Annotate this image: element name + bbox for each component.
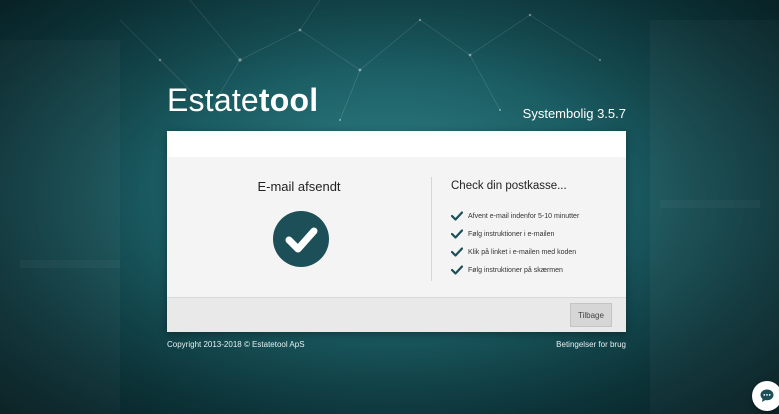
- checkmark-icon: [451, 211, 463, 221]
- back-button[interactable]: Tilbage: [570, 303, 612, 327]
- chat-bubble-icon: [760, 389, 774, 402]
- column-divider: [431, 177, 432, 281]
- terms-link[interactable]: Betingelser for brug: [556, 340, 626, 349]
- instruction-list: Afvent e-mail indenfor 5-10 minutter Føl…: [451, 207, 579, 279]
- check-circle-icon: [273, 211, 329, 267]
- checkmark-icon: [451, 229, 463, 239]
- list-item: Afvent e-mail indenfor 5-10 minutter: [451, 207, 579, 225]
- email-sent-panel: E-mail afsendt: [167, 157, 431, 297]
- confirmation-card: E-mail afsendt Check din postkasse... Af…: [167, 131, 626, 332]
- card-header-strip: [167, 131, 626, 157]
- checkmark-icon: [451, 265, 463, 275]
- instruction-text: Følg instruktioner i e-mailen: [468, 230, 555, 238]
- card-footer: Tilbage: [167, 297, 626, 332]
- estatetool-logo: Estatetool: [167, 82, 319, 118]
- checkmark-icon: [451, 247, 463, 257]
- instruction-text: Klik på linket i e-mailen med koden: [468, 248, 577, 256]
- version-label: Systembolig 3.5.7: [522, 106, 626, 121]
- instruction-text: Afvent e-mail indenfor 5-10 minutter: [468, 212, 580, 220]
- mailbox-title: Check din postkasse...: [451, 180, 567, 192]
- email-sent-title: E-mail afsendt: [257, 179, 341, 194]
- copyright-text: Copyright 2013-2018 © Estatetool ApS: [167, 340, 305, 349]
- list-item: Følg instruktioner i e-mailen: [451, 225, 579, 243]
- list-item: Følg instruktioner på skærmen: [451, 261, 579, 279]
- chat-button[interactable]: [752, 381, 779, 411]
- instruction-text: Følg instruktioner på skærmen: [468, 266, 563, 274]
- list-item: Klik på linket i e-mailen med koden: [451, 243, 579, 261]
